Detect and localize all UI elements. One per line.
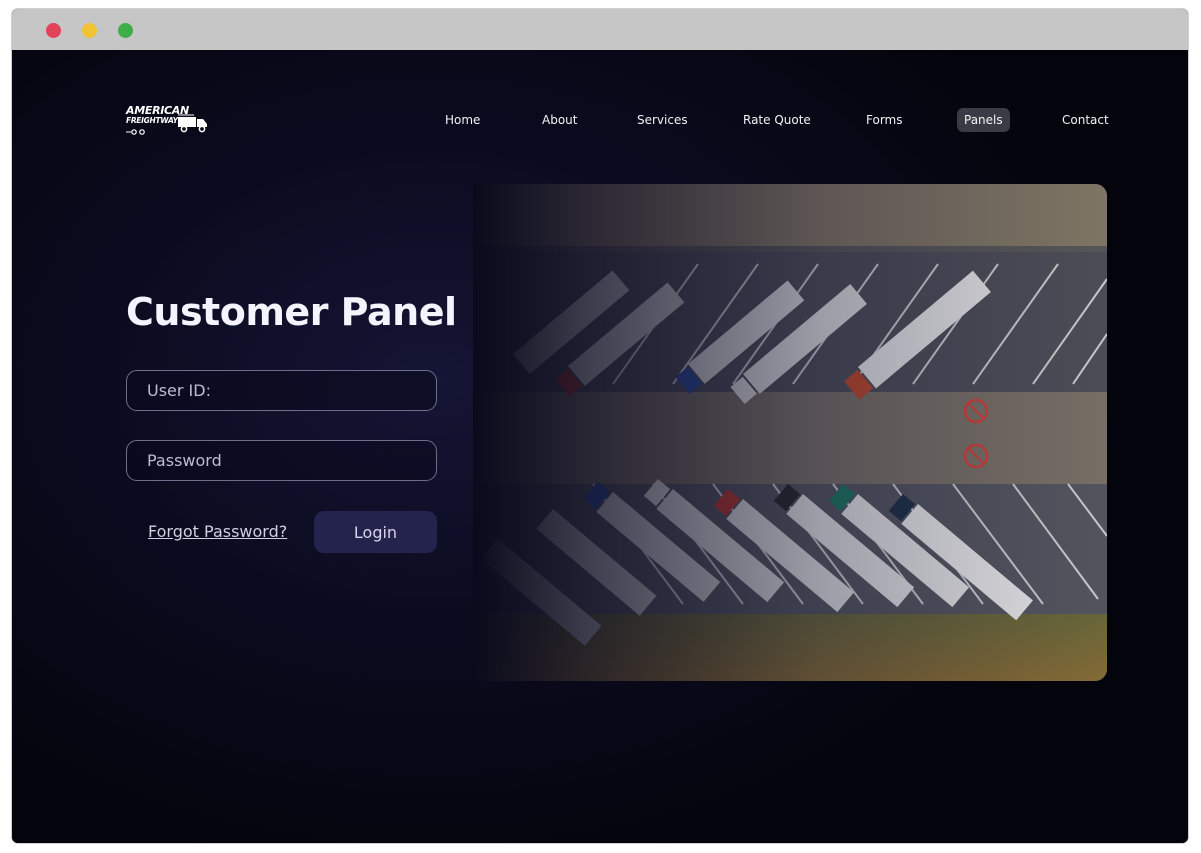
nav-item-services[interactable]: Services bbox=[630, 108, 695, 132]
main-navigation: Home About Services Rate Quote Forms Pan… bbox=[12, 108, 1188, 134]
user-id-input[interactable] bbox=[127, 371, 436, 410]
nav-item-panels[interactable]: Panels bbox=[957, 108, 1010, 132]
page-viewport: AMERICAN FREIGHTWAYS Home About Services… bbox=[12, 50, 1188, 843]
nav-item-forms[interactable]: Forms bbox=[859, 108, 909, 132]
nav-item-about[interactable]: About bbox=[535, 108, 584, 132]
window-titlebar bbox=[12, 9, 1188, 50]
nav-item-home[interactable]: Home bbox=[438, 108, 487, 132]
hero-image-fade-overlay bbox=[473, 184, 1107, 681]
login-button[interactable]: Login bbox=[314, 511, 437, 553]
maximize-window-button[interactable] bbox=[118, 23, 133, 38]
browser-window: AMERICAN FREIGHTWAYS Home About Services… bbox=[12, 9, 1188, 843]
page-title: Customer Panel bbox=[126, 290, 457, 334]
nav-item-contact[interactable]: Contact bbox=[1055, 108, 1116, 132]
password-input[interactable] bbox=[127, 441, 436, 480]
hero-image bbox=[473, 184, 1107, 681]
close-window-button[interactable] bbox=[46, 23, 61, 38]
user-id-field[interactable] bbox=[126, 370, 437, 411]
nav-item-rate-quote[interactable]: Rate Quote bbox=[736, 108, 818, 132]
forgot-password-link[interactable]: Forgot Password? bbox=[148, 522, 287, 541]
password-field[interactable] bbox=[126, 440, 437, 481]
minimize-window-button[interactable] bbox=[82, 23, 97, 38]
